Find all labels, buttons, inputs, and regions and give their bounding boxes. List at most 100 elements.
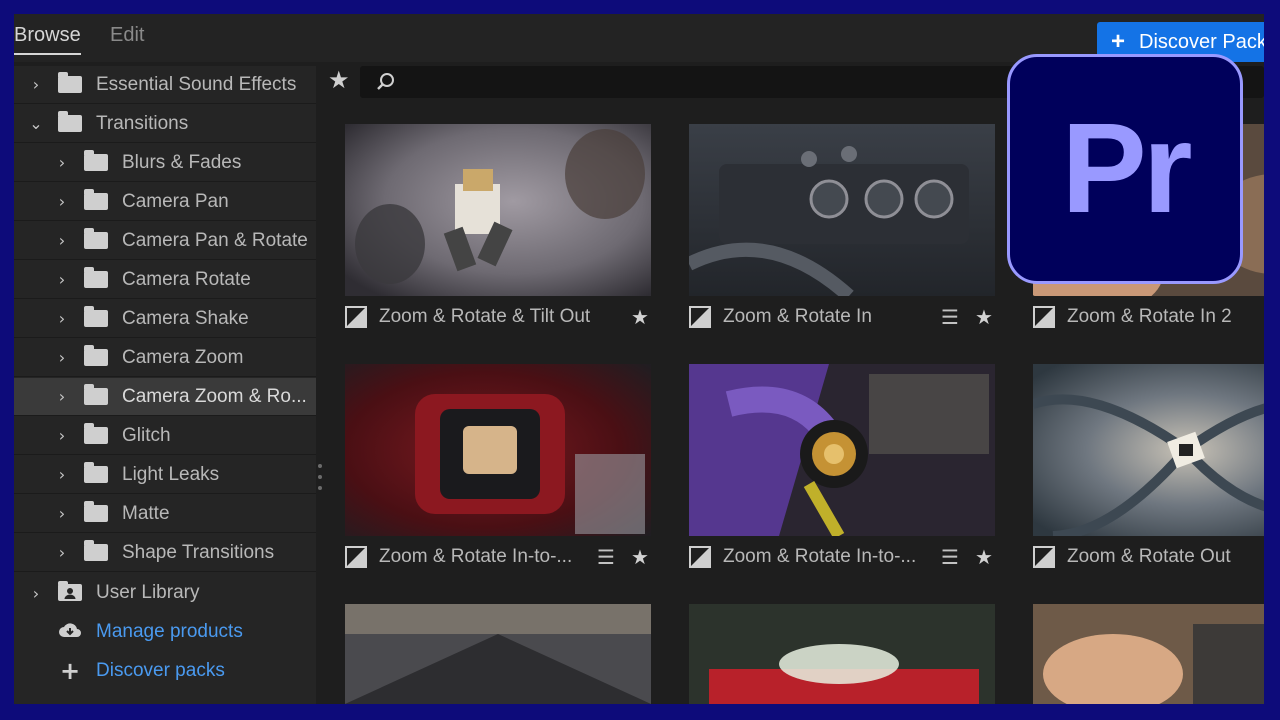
folder-icon — [58, 72, 82, 93]
transition-thumbnail[interactable] — [345, 364, 651, 536]
sidebar-item-camera-pan[interactable]: › Camera Pan — [14, 183, 316, 221]
chevron-right-icon[interactable]: › — [52, 270, 72, 289]
chevron-right-icon[interactable]: › — [52, 231, 72, 250]
user-library-icon — [58, 580, 82, 606]
sidebar-item-label: Essential Sound Effects — [96, 73, 297, 95]
transition-icon — [689, 546, 711, 568]
chevron-right-icon[interactable]: › — [26, 584, 46, 603]
sidebar-item-label: Camera Zoom — [122, 346, 244, 368]
sidebar-item-label: Camera Zoom & Ro... — [122, 385, 307, 407]
sidebar-item-camera-zoom-rotate[interactable]: › Camera Zoom & Ro... — [14, 378, 316, 416]
transition-thumbnail[interactable] — [689, 124, 995, 296]
transition-card[interactable] — [672, 588, 1010, 704]
favorite-star-icon[interactable]: ★ — [973, 305, 995, 329]
tab-browse[interactable]: Browse — [14, 24, 81, 55]
chevron-right-icon[interactable]: › — [52, 465, 72, 484]
sidebar-item-blurs-fades[interactable]: › Blurs & Fades — [14, 144, 316, 182]
sidebar-item-glitch[interactable]: › Glitch — [14, 417, 316, 455]
transition-icon — [1033, 306, 1055, 328]
sidebar-item-label: Blurs & Fades — [122, 151, 242, 173]
sidebar-item-shape-transitions[interactable]: › Shape Transitions — [14, 534, 316, 572]
transition-thumbnail[interactable] — [1033, 604, 1264, 704]
transition-card[interactable] — [1016, 588, 1264, 704]
sidebar-item-label: Light Leaks — [122, 463, 220, 485]
sidebar-item-label: Camera Pan & Rotate — [122, 229, 308, 251]
chevron-right-icon[interactable]: › — [52, 387, 72, 406]
favorites-filter-star-icon[interactable]: ★ — [328, 66, 350, 94]
folder-icon — [84, 540, 108, 561]
folder-icon — [84, 345, 108, 366]
chevron-right-icon[interactable]: › — [52, 309, 72, 328]
sidebar: › Essential Sound Effects ⌄ Transitions … — [14, 66, 316, 704]
sidebar-item-label: Camera Rotate — [122, 268, 251, 290]
transition-title: Zoom & Rotate In 2 — [1067, 306, 1232, 327]
chevron-right-icon[interactable]: › — [52, 504, 72, 523]
transition-thumbnail[interactable] — [1033, 364, 1264, 536]
sidebar-item-camera-shake[interactable]: › Camera Shake — [14, 300, 316, 338]
transition-card-footer: Zoom & Rotate Out — [1033, 540, 1264, 574]
folder-icon — [84, 267, 108, 288]
menu-icon[interactable]: ☰ — [939, 305, 961, 329]
chevron-right-icon[interactable]: › — [52, 348, 72, 367]
transition-icon — [1033, 546, 1055, 568]
sidebar-item-matte[interactable]: › Matte — [14, 495, 316, 533]
transition-icon — [689, 306, 711, 328]
discover-packs-label: Discover Packs — [1139, 30, 1264, 53]
transition-title: Zoom & Rotate & Tilt Out — [379, 306, 591, 327]
manage-products-label: Manage products — [96, 621, 243, 642]
discover-packs-link[interactable]: + Discover packs — [14, 652, 316, 690]
transition-card[interactable]: Zoom & Rotate Out — [1016, 348, 1264, 584]
transition-icon — [345, 306, 367, 328]
favorite-star-icon[interactable]: ★ — [629, 545, 651, 569]
transition-card[interactable]: Zoom & Rotate In-to-... ☰ ★ — [672, 348, 1010, 584]
chevron-right-icon[interactable]: › — [26, 75, 46, 94]
transition-thumbnail[interactable] — [689, 604, 995, 704]
folder-icon — [84, 384, 108, 405]
favorite-star-icon[interactable]: ★ — [629, 305, 651, 329]
sidebar-item-camera-zoom[interactable]: › Camera Zoom — [14, 339, 316, 377]
favorite-star-icon[interactable]: ★ — [973, 545, 995, 569]
folder-icon — [84, 501, 108, 522]
logo-text: Pr — [1061, 97, 1192, 240]
transition-thumbnail[interactable] — [689, 364, 995, 536]
chevron-right-icon[interactable]: › — [52, 426, 72, 445]
folder-icon — [58, 111, 82, 132]
plus-icon: + — [59, 657, 81, 685]
folder-icon — [84, 423, 108, 444]
plus-icon: + — [1111, 28, 1126, 55]
folder-icon — [84, 228, 108, 249]
menu-icon[interactable]: ☰ — [595, 545, 617, 569]
transition-card-footer: Zoom & Rotate In 2 — [1033, 300, 1264, 334]
sidebar-item-label: Shape Transitions — [122, 541, 275, 563]
folder-icon — [84, 150, 108, 171]
transition-card[interactable]: Zoom & Rotate & Tilt Out ★ — [328, 108, 666, 344]
sidebar-item-essential-sound-effects[interactable]: › Essential Sound Effects — [14, 66, 316, 104]
transition-thumbnail[interactable] — [345, 604, 651, 704]
panel-resize-handle[interactable] — [318, 464, 322, 490]
tab-edit[interactable]: Edit — [110, 24, 144, 47]
transition-card[interactable]: Zoom & Rotate In ☰ ★ — [672, 108, 1010, 344]
transition-card[interactable]: Zoom & Rotate In-to-... ☰ ★ — [328, 348, 666, 584]
transition-title: Zoom & Rotate Out — [1067, 546, 1231, 567]
menu-icon[interactable]: ☰ — [939, 545, 961, 569]
chevron-right-icon[interactable]: › — [52, 543, 72, 562]
manage-products-link[interactable]: Manage products — [14, 613, 316, 651]
chevron-right-icon[interactable]: › — [52, 192, 72, 211]
transition-icon — [345, 546, 367, 568]
sidebar-item-user-library[interactable]: › User Library — [14, 574, 316, 612]
sidebar-item-camera-rotate[interactable]: › Camera Rotate — [14, 261, 316, 299]
transition-title: Zoom & Rotate In — [723, 306, 872, 327]
transition-card-footer: Zoom & Rotate In-to-... ☰ ★ — [345, 540, 651, 574]
chevron-down-icon[interactable]: ⌄ — [26, 114, 46, 133]
essential-graphics-window: Browse Edit + Discover Packs › Essential… — [14, 14, 1264, 704]
chevron-right-icon[interactable]: › — [52, 153, 72, 172]
transition-card[interactable] — [328, 588, 666, 704]
sidebar-item-label: Matte — [122, 502, 170, 524]
sidebar-item-light-leaks[interactable]: › Light Leaks — [14, 456, 316, 494]
transition-card-footer: Zoom & Rotate & Tilt Out ★ — [345, 300, 651, 334]
sidebar-item-transitions[interactable]: ⌄ Transitions — [14, 105, 316, 143]
transition-thumbnail[interactable] — [345, 124, 651, 296]
sidebar-item-camera-pan-rotate[interactable]: › Camera Pan & Rotate — [14, 222, 316, 260]
folder-icon — [84, 189, 108, 210]
sidebar-item-label: Glitch — [122, 424, 171, 446]
